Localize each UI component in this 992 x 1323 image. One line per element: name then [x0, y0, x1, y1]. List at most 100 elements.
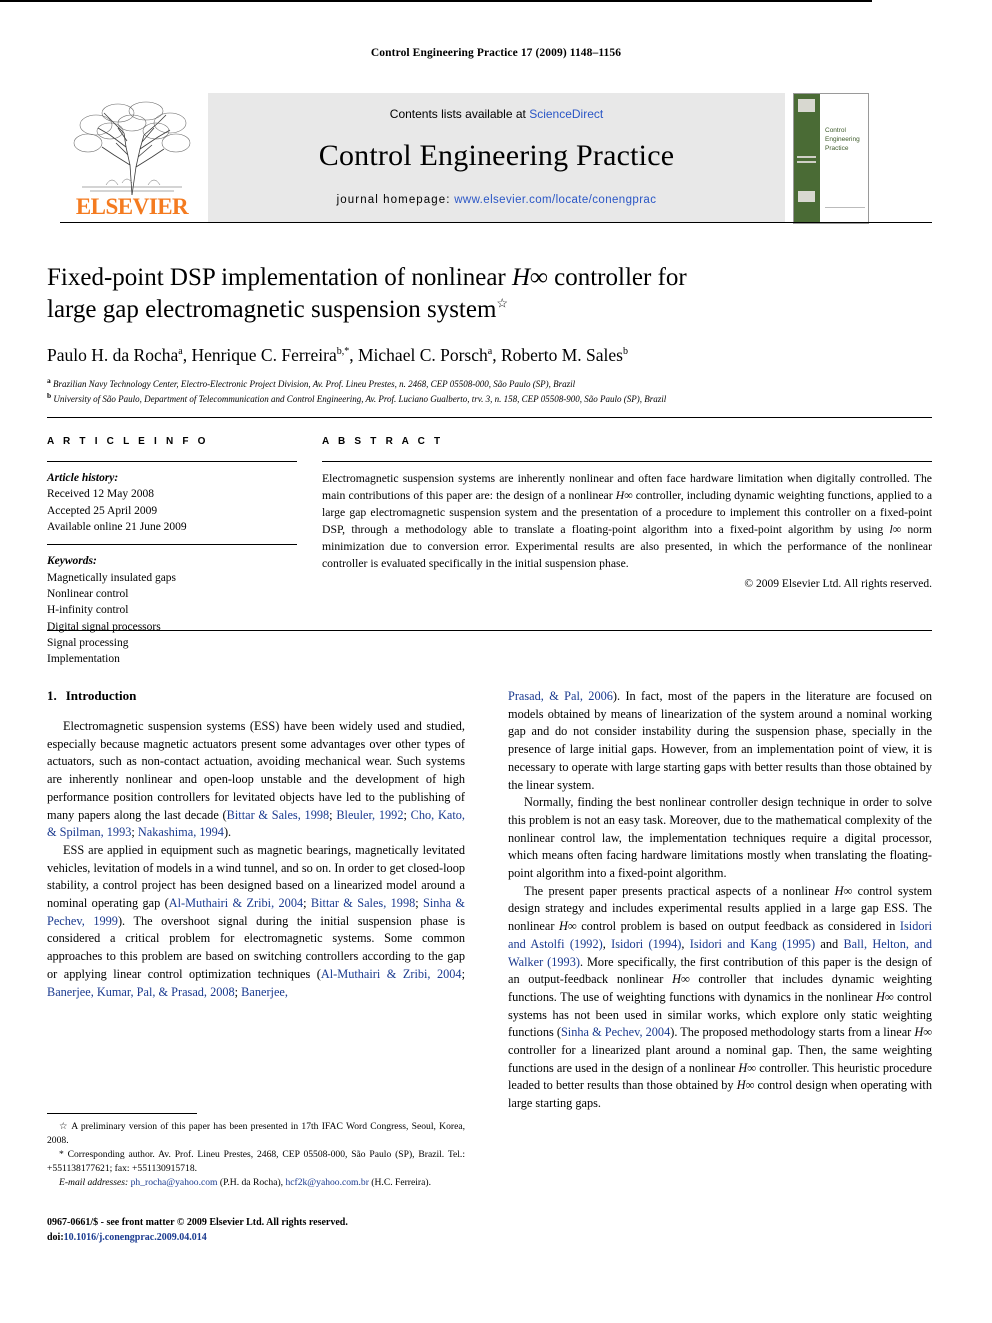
paragraph-text: Electromagnetic suspension systems (ESS)… — [47, 719, 465, 822]
footnote-rule — [47, 1113, 197, 1114]
keywords-label: Keywords: — [47, 555, 97, 568]
footnote-star-text: A preliminary version of this paper has … — [47, 1121, 465, 1146]
affiliation-text: University of São Paulo, Department of T… — [53, 393, 667, 404]
title-footnote-marker: ☆ — [496, 295, 509, 311]
homepage-link[interactable]: www.elsevier.com/locate/conengprac — [454, 194, 656, 206]
footnote-star: ☆ A preliminary version of this paper ha… — [47, 1120, 465, 1147]
affiliation-item: a Brazilian Navy Technology Center, Elec… — [47, 376, 817, 391]
cover-logo-box — [798, 99, 815, 112]
citation-link[interactable]: Prasad, & Pal, 2006 — [508, 689, 613, 703]
citation-link[interactable]: Banerjee, Kumar, Pal, & Prasad, 2008 — [47, 985, 235, 999]
math-hinf: H∞ — [834, 883, 853, 898]
affiliation-text: Brazilian Navy Technology Center, Electr… — [53, 378, 576, 389]
citation-link[interactable]: Isidori (1994) — [611, 937, 681, 951]
journal-masthead: ELSEVIER Contents lists available at Sci… — [60, 88, 932, 224]
separator: , — [602, 936, 612, 951]
author-name: Paulo H. da Rocha — [47, 345, 179, 365]
cover-footer-box — [798, 191, 815, 202]
doi-label: doi: — [47, 1231, 64, 1243]
separator: ; — [303, 896, 311, 911]
history-item: Received 12 May 2008 — [47, 488, 154, 501]
citation-link[interactable]: Banerjee, — [241, 985, 288, 999]
intro-paragraph-2-continued: Prasad, & Pal, 2006). In fact, most of t… — [508, 688, 932, 794]
abstract-heading: A B S T R A C T — [322, 436, 444, 447]
math-hinf: H∞ — [736, 1078, 755, 1093]
doi-line: doi:10.1016/j.conengprac.2009.04.014 — [47, 1231, 477, 1246]
sciencedirect-link[interactable]: ScienceDirect — [529, 107, 603, 121]
cover-bottom-rule — [825, 207, 865, 218]
info-section-top-rule — [47, 417, 932, 418]
page-title: Fixed-point DSP implementation of nonlin… — [47, 262, 817, 326]
affiliation-mark: a — [47, 375, 51, 385]
article-info-heading: A R T I C L E I N F O — [47, 436, 209, 447]
keywords-rule — [47, 544, 297, 546]
elsevier-tree-icon — [73, 101, 191, 196]
elsevier-wordmark: ELSEVIER — [75, 194, 189, 219]
math-hinf: H∞ — [738, 1060, 757, 1075]
doi-link[interactable]: 10.1016/j.conengprac.2009.04.014 — [64, 1232, 207, 1243]
abstract-rule — [322, 461, 932, 462]
citation-link[interactable]: Al-Muthairi & Zribi, 2004 — [321, 967, 462, 981]
separator: ; — [461, 966, 466, 981]
paragraph-text: The present paper presents practical asp… — [524, 883, 835, 898]
email-link[interactable]: hcf2k@yahoo.com.br — [285, 1177, 368, 1188]
elsevier-logo: ELSEVIER — [60, 93, 205, 222]
paragraph-text: control problem is based on output feedb… — [576, 919, 900, 934]
keyword-item: Implementation — [47, 653, 120, 666]
masthead-band: Contents lists available at ScienceDirec… — [208, 93, 785, 222]
citation-link[interactable]: Bittar & Sales, 1998 — [227, 808, 330, 822]
masthead-bottom-rule — [60, 222, 932, 223]
running-head: Control Engineering Practice 17 (2009) 1… — [370, 47, 622, 59]
affiliation-mark: b — [47, 390, 52, 400]
author-list: Paulo H. da Rochaa, Henrique C. Ferreira… — [47, 345, 628, 365]
article-history-block: Article history: Received 12 May 2008 Ac… — [47, 470, 297, 535]
footnote-emails: E-mail addresses: ph_rocha@yahoo.com (P.… — [47, 1176, 465, 1190]
footnote-corresponding: * Corresponding author. Av. Prof. Lineu … — [47, 1148, 465, 1175]
abstract-math-linf: l∞ — [889, 522, 902, 536]
citation-link[interactable]: Al-Muthairi & Zribi, 2004 — [169, 896, 303, 910]
article-info-rule — [47, 461, 297, 462]
affiliation-item: b University of São Paulo, Department of… — [47, 391, 817, 406]
keyword-item: Magnetically insulated gaps — [47, 571, 177, 584]
body-column-left: 1. Introduction Electromagnetic suspensio… — [47, 688, 465, 1001]
email-label: E-mail addresses: — [59, 1177, 129, 1189]
cover-title-text: Control Engineering Practice — [825, 127, 860, 152]
author-name: Roberto M. Sales — [500, 345, 623, 365]
section-title: Introduction — [65, 688, 137, 703]
article-info-column: A R T I C L E I N F O Article history: R… — [47, 436, 297, 668]
title-line1-b: controller for — [547, 264, 687, 291]
contents-available-line: Contents lists available at ScienceDirec… — [208, 107, 785, 121]
section-number: 1. — [47, 688, 57, 703]
paragraph-text: ). The proposed methodology starts from … — [670, 1025, 915, 1040]
citation-link[interactable]: Sinha & Pechev, 2004 — [561, 1025, 670, 1039]
math-hinf: H∞ — [914, 1025, 932, 1040]
footnote-block: ☆ A preliminary version of this paper ha… — [47, 1120, 465, 1191]
paper-page: Control Engineering Practice 17 (2009) 1… — [0, 0, 992, 1323]
author-mark: a — [178, 346, 183, 358]
email-link[interactable]: ph_rocha@yahoo.com — [131, 1177, 218, 1188]
author-mark: b — [622, 346, 628, 358]
journal-homepage-line: journal homepage: www.elsevier.com/locat… — [208, 194, 785, 206]
math-hinf: H∞ — [559, 919, 577, 934]
intro-paragraph-2: ESS are applied in equipment such as mag… — [47, 842, 465, 1001]
citation-link[interactable]: Isidori and Kang (1995) — [690, 937, 815, 951]
abstract-copyright: © 2009 Elsevier Ltd. All rights reserved… — [744, 577, 932, 590]
separator: ; — [403, 807, 411, 822]
abstract-column: A B S T R A C T Electromagnetic suspensi… — [322, 436, 932, 590]
keyword-item: H-infinity control — [47, 604, 129, 617]
author-name: Michael C. Porsch — [357, 345, 488, 365]
citation-link[interactable]: Nakashima, 1994 — [138, 825, 224, 839]
title-line1-a: Fixed-point DSP implementation of nonlin… — [47, 264, 512, 291]
keyword-item: Signal processing — [47, 636, 129, 649]
email-owner: (H.C. Ferreira). — [368, 1177, 431, 1189]
issn-line: 0967-0661/$ - see front matter © 2009 El… — [47, 1217, 348, 1228]
intro-paragraph-4: The present paper presents practical asp… — [508, 883, 932, 1113]
body-column-right: Prasad, & Pal, 2006). In fact, most of t… — [508, 688, 932, 1113]
author-mark: b,* — [336, 346, 350, 358]
title-math-hinf: H∞ — [512, 264, 548, 291]
citation-link[interactable]: Bittar & Sales, 1998 — [311, 896, 415, 910]
citation-link[interactable]: Bleuler, 1992 — [336, 808, 403, 822]
title-block: Fixed-point DSP implementation of nonlin… — [47, 262, 817, 406]
separator: ; — [415, 896, 424, 911]
intro-paragraph-1: Electromagnetic suspension systems (ESS)… — [47, 718, 465, 842]
